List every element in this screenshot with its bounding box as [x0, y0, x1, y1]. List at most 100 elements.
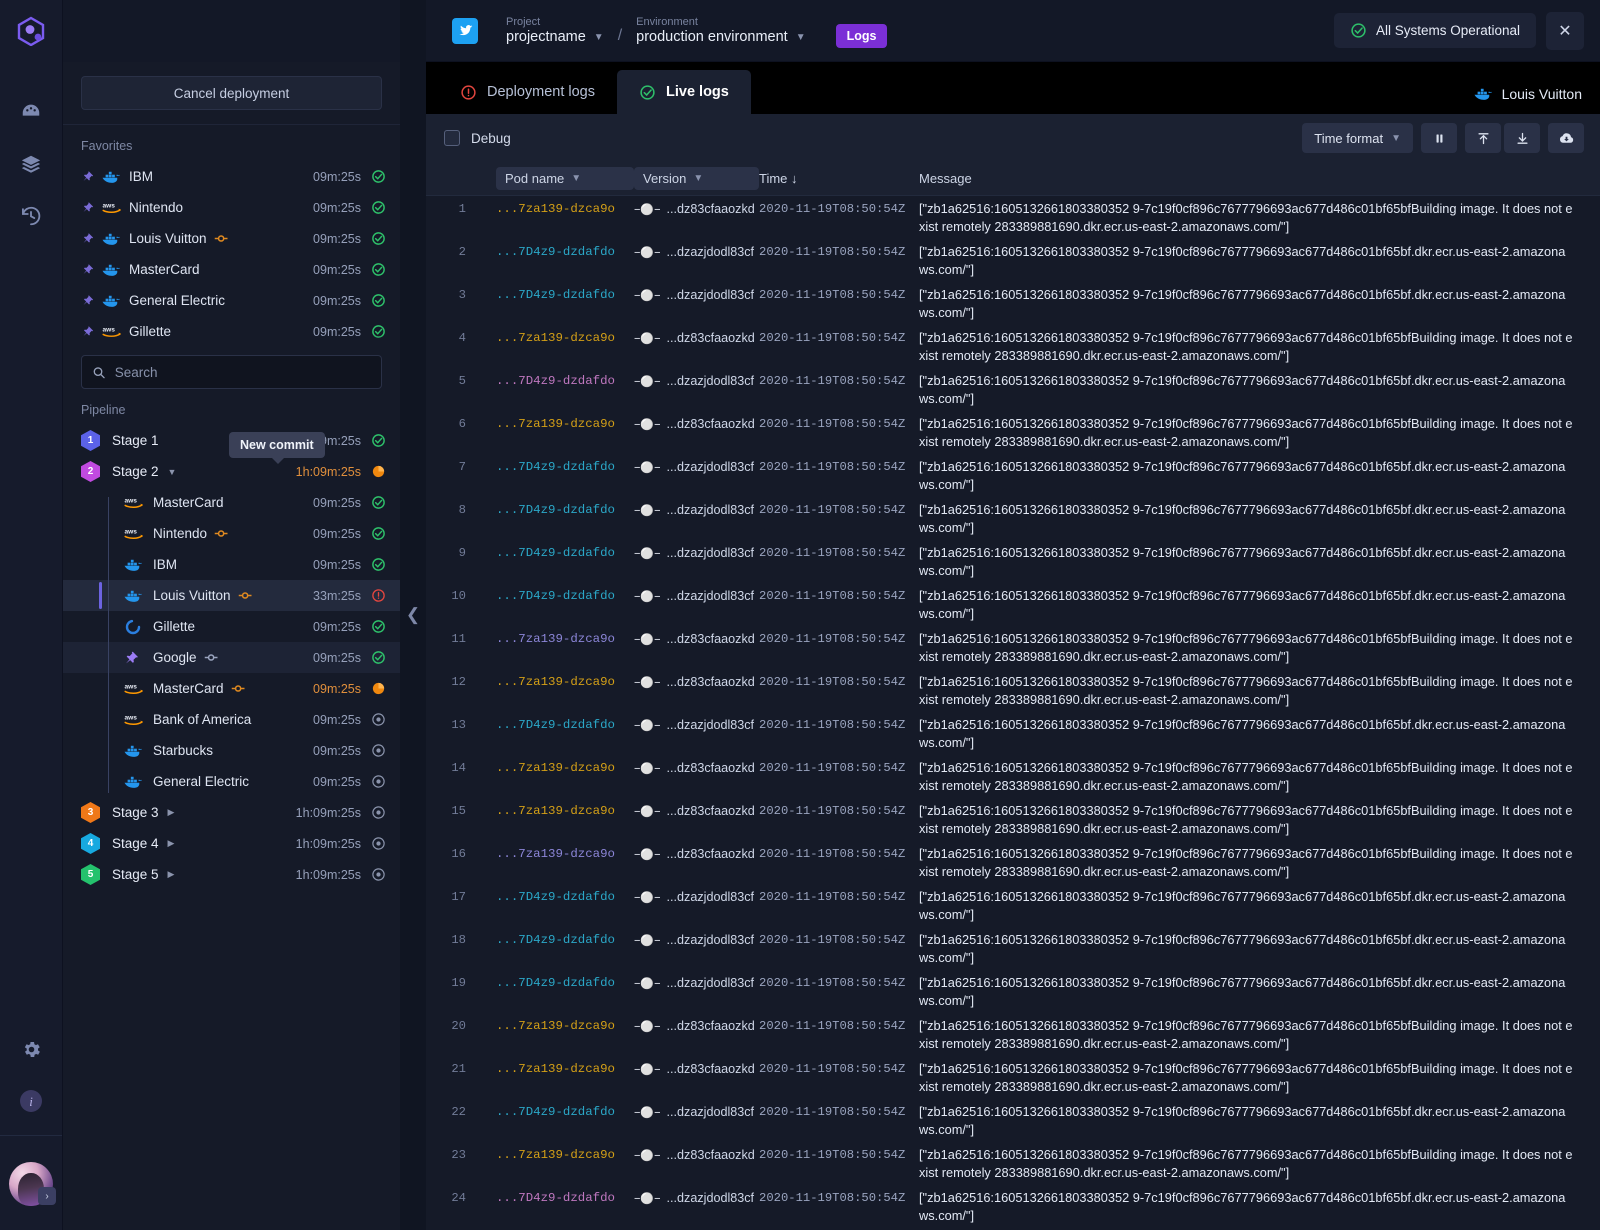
chevron-down-icon[interactable]: ▼ — [796, 32, 806, 43]
history-icon[interactable] — [0, 190, 63, 242]
pin-icon[interactable] — [81, 201, 101, 214]
log-row[interactable]: 17 ...7D4z9-dzdafdo −⚪− ...dzazjdodl83cf 202… — [426, 884, 1600, 927]
aws-icon: aws — [102, 203, 121, 213]
pipeline-job-item[interactable]: Google 09m:25s — [63, 642, 400, 673]
log-row[interactable]: 1 ...7za139-dzca9o −⚪− ...dz83cfaaozkd 2020-… — [426, 196, 1600, 239]
log-row[interactable]: 8 ...7D4z9-dzdafdo −⚪− ...dzazjdodl83cf 2020… — [426, 497, 1600, 540]
close-button[interactable]: ✕ — [1546, 11, 1584, 50]
app-logo[interactable] — [0, 0, 62, 62]
log-row[interactable]: 2 ...7D4z9-dzdafdo −⚪− ...dzazjdodl83cf 2020… — [426, 239, 1600, 282]
pipeline-job-item[interactable]: aws MasterCard 09m:25s — [63, 673, 400, 704]
log-row[interactable]: 9 ...7D4z9-dzdafdo −⚪− ...dzazjdodl83cf 2020… — [426, 540, 1600, 583]
pipeline-job-item[interactable]: General Electric 09m:25s — [63, 766, 400, 797]
log-row[interactable]: 11 ...7za139-dzca9o −⚪− ...dz83cfaaozkd 2020… — [426, 626, 1600, 669]
pin-icon[interactable] — [81, 170, 101, 183]
logs-pill-button[interactable]: Logs — [835, 23, 888, 48]
log-version: −⚪− ...dz83cfaaozkd — [634, 1017, 759, 1036]
stage-toggle-icon[interactable]: ▶ — [168, 838, 175, 849]
stage-status-icon — [370, 464, 386, 479]
chevron-down-icon: ▼ — [1391, 132, 1401, 144]
time-column-header[interactable]: Time ↓ — [759, 171, 919, 186]
pipeline-stage-5[interactable]: 5 Stage 5 ▶ 1h:09m:25s — [63, 859, 400, 890]
time-format-dropdown[interactable]: Time format ▼ — [1302, 123, 1413, 153]
log-row[interactable]: 16 ...7za139-dzca9o −⚪− ...dz83cfaaozkd 2020… — [426, 841, 1600, 884]
dashboard-icon[interactable] — [0, 86, 63, 138]
log-row[interactable]: 13 ...7D4z9-dzdafdo −⚪− ...dzazjdodl83cf 202… — [426, 712, 1600, 755]
aws-icon: aws — [102, 327, 121, 337]
log-row[interactable]: 21 ...7za139-dzca9o −⚪− ...dz83cfaaozkd 2020… — [426, 1056, 1600, 1099]
log-row[interactable]: 3 ...7D4z9-dzdafdo −⚪− ...dzazjdodl83cf 2020… — [426, 282, 1600, 325]
log-row[interactable]: 12 ...7za139-dzca9o −⚪− ...dz83cfaaozkd 2020… — [426, 669, 1600, 712]
search-box[interactable] — [81, 355, 382, 389]
log-row[interactable]: 6 ...7za139-dzca9o −⚪− ...dz83cfaaozkd 2020-… — [426, 411, 1600, 454]
log-row[interactable]: 24 ...7D4z9-dzdafdo −⚪− ...dzazjdodl83cf 202… — [426, 1185, 1600, 1228]
layers-icon[interactable] — [0, 138, 63, 190]
collapse-panel-chevron-icon[interactable]: ❮ — [406, 605, 420, 625]
settings-icon[interactable] — [0, 1023, 63, 1075]
pipeline-job-item[interactable]: aws Bank of America 09m:25s — [63, 704, 400, 735]
pod-name-filter-chip[interactable]: Pod name ▼ — [496, 167, 634, 190]
pin-icon[interactable] — [81, 232, 101, 245]
pin-icon[interactable] — [81, 294, 101, 307]
pin-icon[interactable] — [81, 325, 101, 338]
log-version: −⚪− ...dz83cfaaozkd — [634, 1146, 759, 1165]
pipeline-job-item[interactable]: IBM 09m:25s — [63, 549, 400, 580]
pipeline-job-item[interactable]: aws Nintendo 09m:25s — [63, 518, 400, 549]
search-input[interactable] — [114, 364, 371, 380]
log-time: 2020-11-19T08:50:54Z — [759, 890, 906, 904]
info-icon[interactable]: i — [0, 1075, 63, 1127]
pin-icon[interactable] — [81, 263, 101, 276]
pipeline-stage-2[interactable]: 2 Stage 2 ▼ 1h:09m:25s — [63, 456, 400, 487]
pipeline-title: Pipeline — [81, 403, 126, 417]
log-list[interactable]: 1 ...7za139-dzca9o −⚪− ...dz83cfaaozkd 2020-… — [426, 196, 1600, 1230]
scroll-to-top-icon[interactable] — [1465, 123, 1501, 153]
pause-icon[interactable] — [1421, 123, 1457, 153]
stage-status-icon — [370, 433, 386, 448]
favorite-item[interactable]: General Electric 09m:25s — [63, 285, 400, 316]
log-row[interactable]: 15 ...7za139-dzca9o −⚪− ...dz83cfaaozkd 2020… — [426, 798, 1600, 841]
favorite-item[interactable]: aws Nintendo 09m:25s — [63, 192, 400, 223]
log-row[interactable]: 20 ...7za139-dzca9o −⚪− ...dz83cfaaozkd 2020… — [426, 1013, 1600, 1056]
pipeline-stage-3[interactable]: 3 Stage 3 ▶ 1h:09m:25s — [63, 797, 400, 828]
log-row[interactable]: 18 ...7D4z9-dzdafdo −⚪− ...dzazjdodl83cf 202… — [426, 927, 1600, 970]
new-commit-tooltip: New commit — [229, 432, 325, 464]
tab-deployment-logs[interactable]: Deployment logs — [438, 70, 617, 114]
stage-toggle-icon[interactable]: ▶ — [168, 869, 175, 880]
pipeline-job-item[interactable]: Starbucks 09m:25s — [63, 735, 400, 766]
stage-label: Stage 5 — [112, 867, 159, 882]
log-row[interactable]: 4 ...7za139-dzca9o −⚪− ...dz83cfaaozkd 2020-… — [426, 325, 1600, 368]
favorite-item[interactable]: aws Gillette 09m:25s — [63, 316, 400, 347]
pipeline-job-item[interactable]: Gillette 09m:25s — [63, 611, 400, 642]
log-row[interactable]: 19 ...7D4z9-dzdafdo −⚪− ...dzazjdodl83cf 202… — [426, 970, 1600, 1013]
version-filter-chip[interactable]: Version ▼ — [634, 167, 759, 190]
pipeline-job-item[interactable]: aws MasterCard 09m:25s — [63, 487, 400, 518]
tab-live-logs[interactable]: Live logs — [617, 70, 751, 114]
log-row[interactable]: 22 ...7D4z9-dzdafdo −⚪− ...dzazjdodl83cf 202… — [426, 1099, 1600, 1142]
twitter-icon[interactable] — [452, 17, 478, 44]
debug-checkbox[interactable] — [444, 130, 460, 146]
project-breadcrumb[interactable]: Project projectname ▼ — [506, 16, 604, 45]
debug-label[interactable]: Debug — [471, 131, 511, 146]
avatar[interactable]: › — [9, 1162, 56, 1206]
download-icon[interactable] — [1504, 123, 1540, 153]
stage-toggle-icon[interactable]: ▼ — [168, 467, 177, 477]
pipeline-job-item[interactable]: Louis Vuitton 33m:25s — [63, 580, 400, 611]
chevron-down-icon[interactable]: ▼ — [594, 32, 604, 43]
favorite-item[interactable]: IBM 09m:25s — [63, 161, 400, 192]
log-message: ["zb1a62516:1605132661803380352 9-7c19f0… — [919, 201, 1573, 234]
favorite-label: Gillette — [129, 324, 172, 339]
avatar-expand-badge[interactable]: › — [38, 1187, 56, 1205]
environment-breadcrumb[interactable]: Environment production environment ▼ — [636, 16, 805, 45]
cloud-download-icon[interactable] — [1548, 123, 1584, 153]
favorite-item[interactable]: MasterCard 09m:25s — [63, 254, 400, 285]
status-badge[interactable]: All Systems Operational — [1333, 13, 1536, 48]
log-row[interactable]: 14 ...7za139-dzca9o −⚪− ...dz83cfaaozkd 2020… — [426, 755, 1600, 798]
stage-toggle-icon[interactable]: ▶ — [168, 807, 175, 818]
log-row[interactable]: 7 ...7D4z9-dzdafdo −⚪− ...dzazjdodl83cf 2020… — [426, 454, 1600, 497]
pipeline-stage-4[interactable]: 4 Stage 4 ▶ 1h:09m:25s — [63, 828, 400, 859]
cancel-deployment-button[interactable]: Cancel deployment — [81, 76, 382, 110]
log-row[interactable]: 5 ...7D4z9-dzdafdo −⚪− ...dzazjdodl83cf 2020… — [426, 368, 1600, 411]
favorite-item[interactable]: Louis Vuitton 09m:25s — [63, 223, 400, 254]
log-row[interactable]: 23 ...7za139-dzca9o −⚪− ...dz83cfaaozkd 2020… — [426, 1142, 1600, 1185]
log-row[interactable]: 10 ...7D4z9-dzdafdo −⚪− ...dzazjdodl83cf 202… — [426, 583, 1600, 626]
